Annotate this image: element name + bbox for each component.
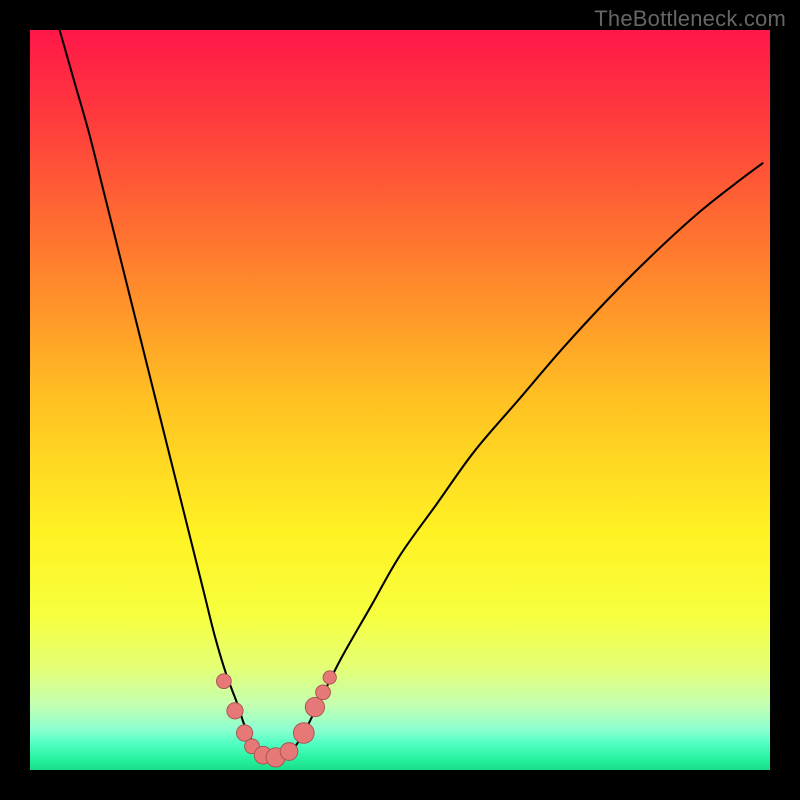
curve-marker bbox=[227, 703, 243, 719]
curve-marker bbox=[216, 674, 231, 689]
curve-marker bbox=[305, 697, 324, 716]
curve-marker bbox=[280, 743, 298, 761]
curve-marker bbox=[323, 671, 336, 684]
curve-layer bbox=[30, 30, 770, 770]
curve-marker bbox=[316, 685, 331, 700]
chart-frame: TheBottleneck.com bbox=[0, 0, 800, 800]
bottleneck-curve bbox=[60, 30, 763, 758]
curve-marker bbox=[293, 723, 314, 744]
curve-markers bbox=[216, 671, 336, 767]
watermark-text: TheBottleneck.com bbox=[594, 6, 786, 32]
plot-area bbox=[30, 30, 770, 770]
